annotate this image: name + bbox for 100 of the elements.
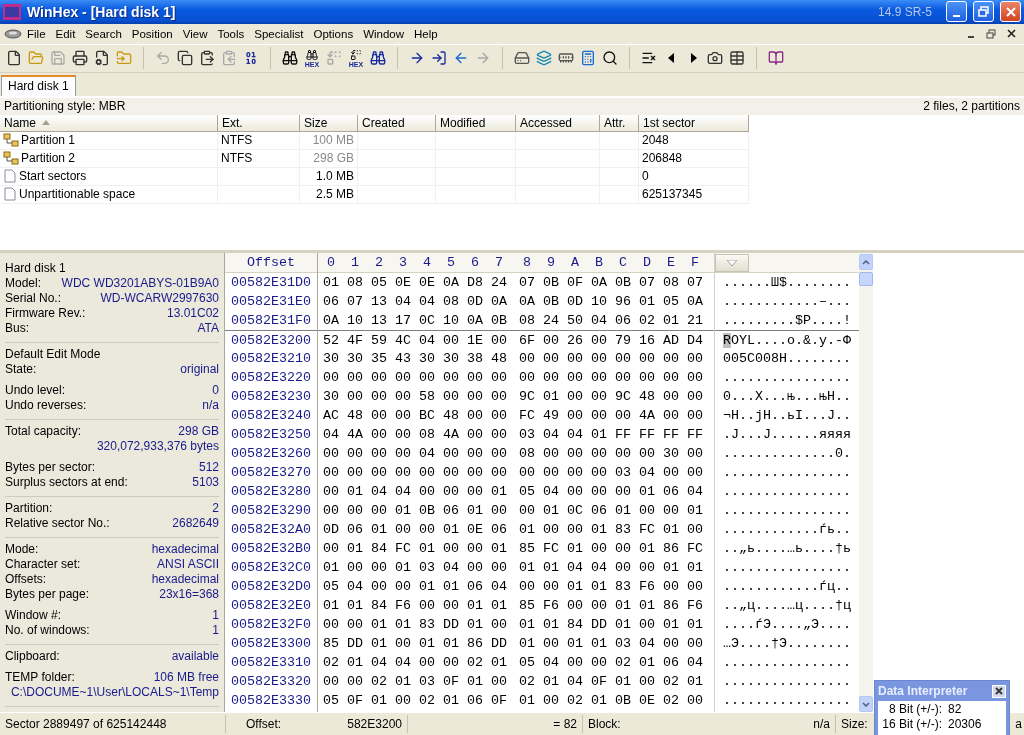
offset-value: 00582E31E0 [230,294,311,310]
ascii-text: ................ [723,560,851,576]
menu-item[interactable]: View [177,27,213,40]
info-value: 320,072,933,376 bytes [96,439,219,455]
hex-bytes: 00 00 02 01 03 0F 01 00 [323,674,507,690]
byte-column-label: F [690,255,700,271]
close-icon [995,687,1003,695]
offset-value: 00582E3240 [230,408,311,424]
offset-status: 582E3200 [347,717,402,731]
restore-button[interactable] [973,1,994,23]
menu-item[interactable]: Help [409,27,443,40]
ascii-text: 005C008H........ [723,351,851,367]
restore-button[interactable] [984,26,998,41]
tab[interactable]: Hard disk 1 [1,74,76,96]
offset-value: 00582E3330 [230,693,311,709]
info-label: Offsets: [5,572,47,588]
table-cell[interactable]: Start sectors [0,167,218,186]
minimize-icon [953,14,960,17]
menu-item[interactable]: Tools [212,27,250,40]
ascii-text: ................ [723,465,851,481]
info-label: Relative sector No.: [5,516,110,532]
hex-bytes: 00 00 01 01 83 F6 00 00 [518,579,703,595]
ascii-text: ................ [723,370,851,386]
hex-bytes: 9C 01 00 00 9C 48 00 00 [518,389,703,405]
hex-bytes: 52 4F 59 4C 04 00 1E 00 [323,332,507,348]
interpreter-label: 8 Bit (+/-): [888,702,942,717]
hex-bytes: 85 F6 00 00 01 01 86 F6 [518,598,703,614]
info-label: No. of windows: [5,623,90,639]
hex-bytes: 00 00 00 00 04 00 00 00 [323,446,507,462]
info-value: 106 MB free [153,670,219,686]
window-title: WinHex - [Hard disk 1] [27,3,177,20]
byte-column-label: 2 [374,255,384,271]
block-label: Block: [588,717,621,731]
ascii-text: ............ѓь.. [723,522,851,538]
interpreter-title: Data Interpreter [878,684,968,698]
table-cell: 0 [639,167,749,186]
hex-bytes: 00 01 0C 06 01 00 00 01 [518,503,703,519]
menu-item[interactable]: Edit [50,27,81,40]
info-label: Window #: [5,608,62,624]
offset-value: 00582E32B0 [230,541,311,557]
table-cell[interactable]: Partition 2 [0,149,218,168]
folder-icon [28,50,44,67]
copy-icon [177,50,193,67]
offset-value: 00582E3250 [230,427,311,443]
scroll-thumb[interactable] [859,272,873,287]
table-cell: 100 MB [300,131,358,150]
ascii-text: .........$P....! [723,313,851,329]
offset-value: 00582E3310 [230,655,311,671]
camera-icon [707,50,723,67]
info-label: Clipboard: [5,649,60,665]
replace-icon [350,48,362,61]
ascii-text: ............–... [723,294,851,310]
minimize-button[interactable] [946,1,967,23]
chevron-down-icon [862,701,870,707]
hex-bytes: 01 01 84 DD 01 00 01 01 [518,617,703,633]
info-value: ANSI ASCII [156,557,219,573]
ascii-text: 0...X...њ...њH.. [723,389,851,405]
table-cell[interactable]: Partition 1 [0,131,218,150]
hex-bytes: 05 0F 01 00 02 01 06 0F [323,693,507,709]
hex-bytes: 00 01 84 FC 01 00 00 01 [323,541,507,557]
offset-value: 00582E3320 [230,674,311,690]
ascii-text: ................ [723,503,851,519]
close-button[interactable] [1000,1,1021,23]
offset-value: 00582E3290 [230,503,311,519]
menu-item[interactable]: File [22,27,51,40]
info-label: Serial No.: [5,291,62,307]
menu-item[interactable]: Search [80,27,127,40]
minimize-icon [968,36,974,39]
info-value: ATA [197,321,219,337]
scroll-up-button[interactable] [859,254,873,271]
hex-bytes: 01 00 01 01 03 04 00 00 [518,636,703,652]
offset-value: 00582E3210 [230,351,311,367]
info-value: 2 [212,501,219,517]
hex-bytes: 00 00 01 01 83 DD 01 00 [323,617,507,633]
hex-bytes: 01 08 05 0E 0E 0A D8 24 [323,275,507,291]
close-button[interactable] [992,684,1006,698]
byte-column-label: E [666,255,676,271]
menu-item[interactable]: Position [126,27,178,40]
menu-item[interactable]: Specialist [249,27,309,40]
file-icon [3,169,17,184]
info-label: Character set: [5,557,81,573]
byte-column-label: 9 [546,255,556,271]
byte-column-label: 3 [398,255,408,271]
byte-column-label: A [570,255,580,271]
table-cell: NTFS [218,149,300,168]
scroll-down-button[interactable] [859,696,873,713]
menu-item[interactable]: Options [308,27,359,40]
menu-item[interactable]: Window [358,27,410,40]
table-cell[interactable]: Unpartitionable space [0,185,218,204]
enter-icon [431,50,447,67]
hex-bytes: 0D 06 01 00 00 01 0E 06 [323,522,507,538]
interpreter-value: 82 [948,702,963,717]
interpreter-value: 20306 [948,717,983,732]
byte-column-label: B [594,255,604,271]
close-icon [1005,6,1016,17]
search-icon [602,50,618,67]
folder-arrow-icon [116,50,132,67]
offset-value: 00582E3230 [230,389,311,405]
new-file-icon [6,50,22,67]
table-cell: 1.0 MB [300,167,358,186]
